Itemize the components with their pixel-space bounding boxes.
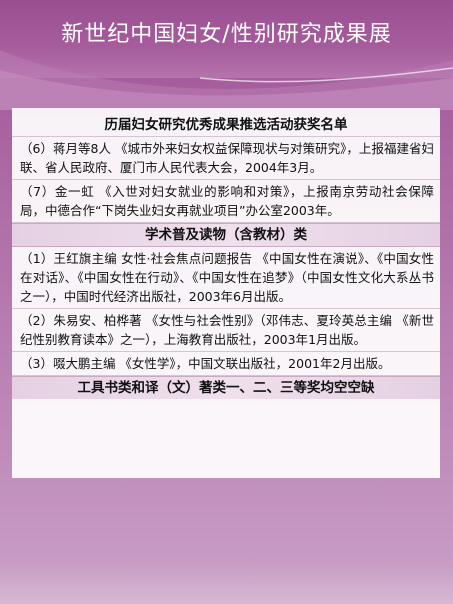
popular-item-3: （3）啜大鹏主编 《女性学》，中国文联出版社，2001年2月出版。 [12, 352, 440, 376]
popular-section-title: 学术普及读物（含教材）类 [145, 227, 307, 243]
popular-item-2: （2）朱易安、柏桦著 《女性与社会性别》（邓伟志、夏玲英总主编 《新世纪性别教育… [12, 309, 440, 352]
slide-title: 新世纪中国妇女/性别研究成果展 [61, 22, 392, 47]
tools-section-title: 工具书类和译（文）著类一、二、三等奖均空空缺 [77, 380, 375, 396]
award-list-title: 历届妇女研究优秀成果推选活动获奖名单 [104, 117, 348, 133]
tools-section-band: 工具书类和译（文）著类一、二、三等奖均空空缺 [12, 376, 440, 399]
award-item-6: （6）蒋月等8人 《城市外来妇女权益保障现状与对策研究》，上报福建省妇联、省人民… [12, 136, 440, 180]
popular-item-1: （1）王红旗主编 女性·社会焦点问题报告 《中国女性在演说》、《中国女性在对话》… [12, 247, 440, 309]
popular-section-band: 学术普及读物（含教材）类 [12, 223, 440, 247]
header-swoosh-decoration [0, 50, 453, 110]
award-item-7: （7）金一虹 《入世对妇女就业的影响和对策》，上报南京劳动社会保障局，中德合作“… [12, 180, 440, 223]
content-panel: 历届妇女研究优秀成果推选活动获奖名单 （6）蒋月等8人 《城市外来妇女权益保障现… [12, 108, 440, 478]
